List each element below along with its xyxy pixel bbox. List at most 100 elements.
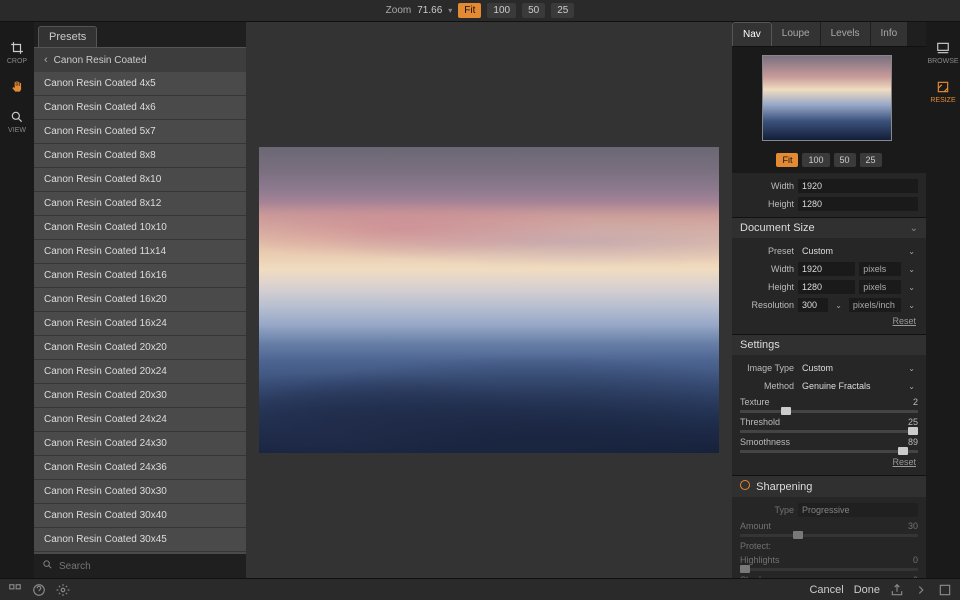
chevron-down-icon[interactable]: ▾ bbox=[448, 6, 452, 15]
method-dropdown[interactable]: Genuine Fractals bbox=[798, 379, 901, 393]
preset-item[interactable]: Canon Resin Coated 5x7 bbox=[34, 120, 246, 144]
texture-slider[interactable]: Texture2 bbox=[732, 395, 926, 415]
help-icon[interactable] bbox=[32, 583, 46, 597]
browse-tool[interactable]: BROWSE bbox=[927, 40, 958, 65]
doc-height-field[interactable]: 1280 bbox=[798, 280, 855, 294]
nav-zoom-100[interactable]: 100 bbox=[802, 153, 829, 167]
preset-item[interactable]: Canon Resin Coated 24x30 bbox=[34, 432, 246, 456]
magnifier-icon bbox=[9, 109, 25, 125]
shadows-slider[interactable]: Shadows0 bbox=[732, 573, 926, 578]
zoom-100-button[interactable]: 100 bbox=[487, 3, 516, 18]
preset-item[interactable]: Canon Resin Coated 40x40 bbox=[34, 552, 246, 554]
search-input[interactable] bbox=[59, 561, 238, 572]
image-type-dropdown[interactable]: Custom bbox=[798, 361, 901, 375]
pan-tool[interactable] bbox=[9, 79, 25, 95]
preset-list[interactable]: Canon Resin Coated 4x5Canon Resin Coated… bbox=[34, 72, 246, 554]
settings-header[interactable]: Settings bbox=[732, 334, 926, 355]
smoothness-slider[interactable]: Smoothness89 bbox=[732, 435, 926, 455]
preset-item[interactable]: Canon Resin Coated 4x5 bbox=[34, 72, 246, 96]
resolution-field[interactable]: 300 bbox=[798, 298, 828, 312]
document-size-header[interactable]: Document Size ⌄ bbox=[732, 217, 926, 238]
crop-icon bbox=[9, 40, 25, 56]
preset-search bbox=[34, 554, 246, 578]
resolution-label: Resolution bbox=[740, 300, 794, 310]
preset-item[interactable]: Canon Resin Coated 24x24 bbox=[34, 408, 246, 432]
preset-item[interactable]: Canon Resin Coated 20x30 bbox=[34, 384, 246, 408]
preset-label: Preset bbox=[740, 246, 794, 256]
settings-panel: Image Type Custom ⌄ Method Genuine Fract… bbox=[732, 355, 926, 475]
view-tool[interactable]: VIEW bbox=[8, 109, 26, 134]
bottom-toolbar: Cancel Done bbox=[0, 578, 960, 600]
preset-item[interactable]: Canon Resin Coated 30x30 bbox=[34, 480, 246, 504]
image-canvas[interactable] bbox=[246, 22, 732, 578]
highlights-slider[interactable]: Highlights0 bbox=[732, 553, 926, 573]
tab-info[interactable]: Info bbox=[871, 22, 909, 46]
chevron-down-icon[interactable]: ⌄ bbox=[905, 247, 918, 256]
preset-item[interactable]: Canon Resin Coated 20x20 bbox=[34, 336, 246, 360]
doc-width-label: Width bbox=[740, 264, 794, 274]
presets-tab[interactable]: Presets bbox=[38, 26, 97, 47]
preset-item[interactable]: Canon Resin Coated 30x45 bbox=[34, 528, 246, 552]
zoom-50-button[interactable]: 50 bbox=[522, 3, 545, 18]
sharpen-amount-slider[interactable]: Amount30 bbox=[732, 519, 926, 539]
preset-item[interactable]: Canon Resin Coated 8x8 bbox=[34, 144, 246, 168]
preset-item[interactable]: Canon Resin Coated 16x16 bbox=[34, 264, 246, 288]
zoom-25-button[interactable]: 25 bbox=[551, 3, 574, 18]
preview-image bbox=[259, 147, 719, 453]
sharpening-panel: Type Progressive Amount30 Protect: Highl… bbox=[732, 497, 926, 578]
method-label: Method bbox=[740, 381, 794, 391]
cancel-button[interactable]: Cancel bbox=[809, 584, 843, 596]
nav-zoom-fit[interactable]: Fit bbox=[776, 153, 798, 167]
nav-zoom-25[interactable]: 25 bbox=[860, 153, 882, 167]
doc-height-unit[interactable]: pixels bbox=[859, 280, 901, 294]
chevron-down-icon[interactable]: ⌄ bbox=[905, 382, 918, 391]
preset-item[interactable]: Canon Resin Coated 16x20 bbox=[34, 288, 246, 312]
resolution-unit[interactable]: pixels/inch bbox=[849, 298, 901, 312]
preset-item[interactable]: Canon Resin Coated 10x10 bbox=[34, 216, 246, 240]
resize-tool[interactable]: RESIZE bbox=[930, 79, 955, 104]
sharpening-header[interactable]: Sharpening bbox=[732, 475, 926, 497]
sharpen-type-label: Type bbox=[740, 505, 794, 515]
document-size-panel: Preset Custom ⌄ Width 1920 pixels ⌄ Heig… bbox=[732, 238, 926, 334]
crop-tool[interactable]: CROP bbox=[7, 40, 27, 65]
tab-levels[interactable]: Levels bbox=[821, 22, 871, 46]
gear-icon[interactable] bbox=[56, 583, 70, 597]
preset-item[interactable]: Canon Resin Coated 24x36 bbox=[34, 456, 246, 480]
pixel-height-field[interactable]: 1280 bbox=[798, 197, 918, 211]
preset-item[interactable]: Canon Resin Coated 20x24 bbox=[34, 360, 246, 384]
chevron-down-icon[interactable]: ⌄ bbox=[832, 301, 845, 310]
preset-item[interactable]: Canon Resin Coated 8x12 bbox=[34, 192, 246, 216]
zoom-fit-button[interactable]: Fit bbox=[458, 3, 481, 18]
settings-reset[interactable]: Reset bbox=[732, 455, 926, 471]
done-button[interactable]: Done bbox=[854, 584, 880, 596]
right-panel: Nav Loupe Levels Info Fit 100 50 25 Widt… bbox=[732, 22, 926, 578]
doc-size-reset[interactable]: Reset bbox=[732, 314, 926, 330]
preset-item[interactable]: Canon Resin Coated 8x10 bbox=[34, 168, 246, 192]
doc-width-field[interactable]: 1920 bbox=[798, 262, 855, 276]
nav-zoom-50[interactable]: 50 bbox=[834, 153, 856, 167]
sharpen-type-dropdown[interactable]: Progressive bbox=[798, 503, 918, 517]
preset-item[interactable]: Canon Resin Coated 30x40 bbox=[34, 504, 246, 528]
more-icon[interactable] bbox=[938, 583, 952, 597]
threshold-slider[interactable]: Threshold25 bbox=[732, 415, 926, 435]
pixel-width-label: Width bbox=[740, 181, 794, 191]
preset-item[interactable]: Canon Resin Coated 16x24 bbox=[34, 312, 246, 336]
tab-loupe[interactable]: Loupe bbox=[772, 22, 821, 46]
doc-width-unit[interactable]: pixels bbox=[859, 262, 901, 276]
presets-category-header[interactable]: ‹ Canon Resin Coated bbox=[34, 47, 246, 72]
zoom-label: Zoom bbox=[386, 5, 412, 16]
grid-icon[interactable] bbox=[8, 583, 22, 597]
preset-item[interactable]: Canon Resin Coated 11x14 bbox=[34, 240, 246, 264]
forward-icon[interactable] bbox=[914, 583, 928, 597]
chevron-down-icon[interactable]: ⌄ bbox=[905, 283, 918, 292]
chevron-down-icon[interactable]: ⌄ bbox=[905, 364, 918, 373]
chevron-down-icon[interactable]: ⌄ bbox=[905, 265, 918, 274]
navigator-thumbnail[interactable] bbox=[762, 55, 892, 141]
share-icon[interactable] bbox=[890, 583, 904, 597]
tab-nav[interactable]: Nav bbox=[732, 22, 772, 46]
preset-item[interactable]: Canon Resin Coated 4x6 bbox=[34, 96, 246, 120]
pixel-width-field[interactable]: 1920 bbox=[798, 179, 918, 193]
hand-icon bbox=[9, 79, 25, 95]
preset-dropdown[interactable]: Custom bbox=[798, 244, 901, 258]
chevron-down-icon[interactable]: ⌄ bbox=[905, 301, 918, 310]
